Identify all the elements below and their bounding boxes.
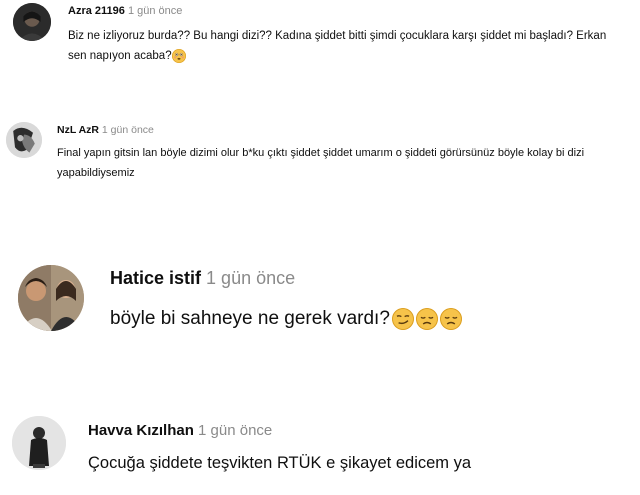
comment-time[interactable]: 1 gün önce — [206, 268, 295, 288]
comment-body: Çocuğa şiddete teşvikten RTÜK e şikayet … — [88, 454, 472, 472]
comment-time[interactable]: 1 gün önce — [198, 422, 272, 439]
avatar[interactable] — [13, 3, 51, 41]
avatar[interactable] — [18, 265, 84, 331]
user-avatar-icon — [12, 416, 66, 470]
disappointed-face-emoji-icon — [415, 307, 438, 330]
comment-time[interactable]: 1 gün önce — [128, 5, 182, 17]
disappointed-face-emoji-icon — [439, 307, 462, 330]
comment-author[interactable]: Azra 21196 — [68, 5, 125, 17]
comment-author[interactable]: NzL AzR — [57, 124, 99, 136]
comment-text: Final yapın gitsin lan böyle dizimi olur… — [57, 143, 637, 183]
avatar[interactable] — [6, 122, 42, 158]
comment-author[interactable]: Havva Kızılhan — [88, 422, 194, 439]
comment-header: Azra 21196 1 gün önce — [68, 5, 182, 17]
comment-text: böyle bi sahneye ne gerek vardı? — [110, 306, 630, 332]
comment-item: Azra 21196 1 gün önce Biz ne izliyoruz b… — [0, 0, 640, 80]
avatar[interactable] — [12, 416, 66, 470]
smirking-face-emoji-icon — [391, 307, 414, 330]
user-avatar-icon — [13, 3, 51, 41]
comment-body: Final yapın gitsin lan böyle dizimi olur… — [57, 147, 585, 179]
comment-item: Havva Kızılhan 1 gün önce Çocuğa şiddete… — [0, 412, 640, 492]
comment-item: Hatice istif 1 gün önce böyle bi sahneye… — [0, 262, 640, 342]
comment-text: Biz ne izliyoruz burda?? Bu hangi dizi??… — [68, 26, 623, 66]
comment-header: Hatice istif 1 gün önce — [110, 268, 295, 289]
flushed-face-emoji-icon — [171, 48, 186, 63]
comment-header: Havva Kızılhan 1 gün önce — [88, 422, 272, 439]
comment-text: Çocuğa şiddete teşvikten RTÜK e şikayet … — [88, 451, 628, 475]
user-avatar-icon — [6, 122, 42, 158]
comment-body: böyle bi sahneye ne gerek vardı? — [110, 308, 390, 329]
comment-header: NzL AzR 1 gün önce — [57, 124, 154, 136]
comment-item: NzL AzR 1 gün önce Final yapın gitsin la… — [0, 118, 640, 188]
user-avatar-icon — [18, 265, 84, 331]
comment-body: Biz ne izliyoruz burda?? Bu hangi dizi??… — [68, 30, 607, 62]
comment-author[interactable]: Hatice istif — [110, 268, 201, 288]
comment-time[interactable]: 1 gün önce — [102, 124, 154, 136]
